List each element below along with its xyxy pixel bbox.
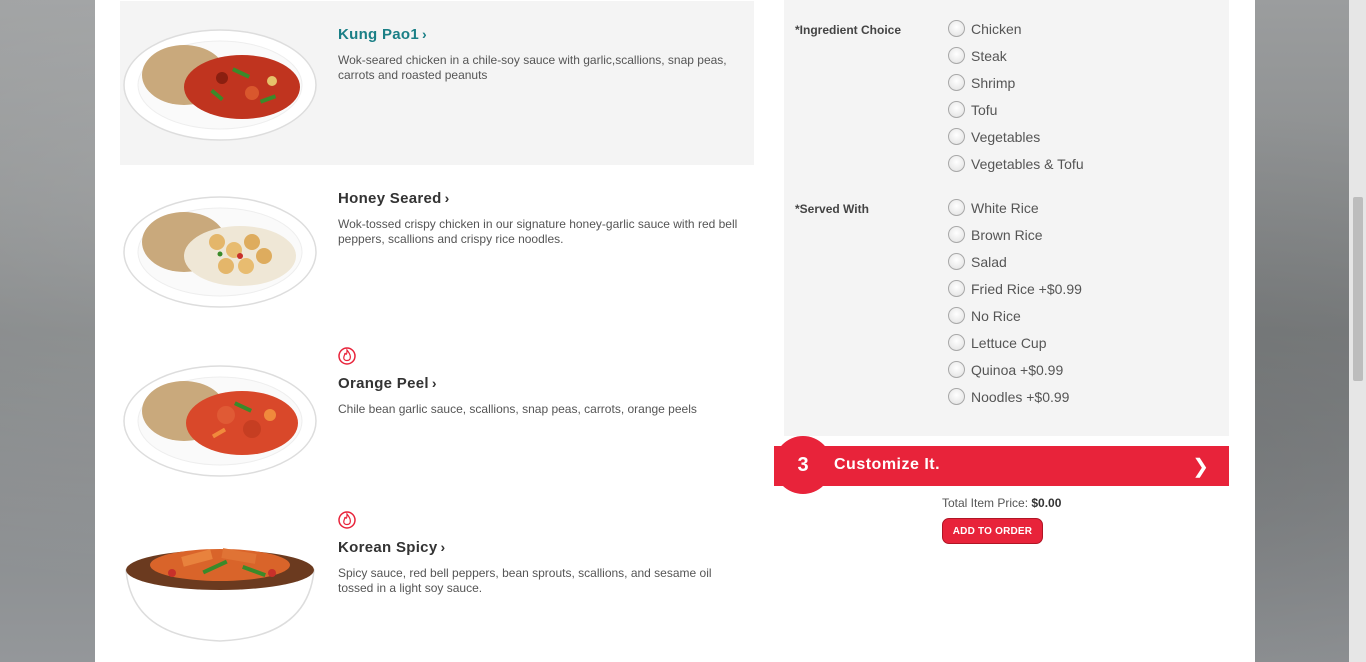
served-with-group: White Rice Brown Rice Salad Fried Rice +…: [948, 194, 1082, 410]
total-price-label: Total Item Price:: [942, 496, 1029, 510]
spicy-icon: [338, 511, 356, 529]
radio-button[interactable]: [948, 388, 965, 405]
menu-item-name[interactable]: Korean Spicy ›: [338, 539, 445, 556]
radio-button[interactable]: [948, 155, 965, 172]
korean-spicy-image: [125, 548, 315, 642]
menu-item-orange-peel[interactable]: Orange Peel › Chile bean garlic sauce, sc…: [120, 329, 754, 493]
radio-button[interactable]: [948, 253, 965, 270]
radio-button[interactable]: [948, 74, 965, 91]
customize-it-bar[interactable]: 3 Customize It. ❯: [774, 436, 1229, 494]
ingredient-option-vegetables-tofu[interactable]: Vegetables & Tofu: [948, 150, 1084, 177]
customize-it-label: Customize It.: [834, 456, 941, 473]
served-option-quinoa[interactable]: Quinoa +$0.99: [948, 356, 1082, 383]
ingredient-option-vegetables[interactable]: Vegetables: [948, 123, 1084, 150]
menu-item-korean-spicy[interactable]: Korean Spicy › Spicy sauce, red bell pepp…: [120, 493, 754, 657]
ingredient-option-steak[interactable]: Steak: [948, 42, 1084, 69]
ingredient-choice-group: Chicken Steak Shrimp Tofu Vegetables Veg…: [948, 15, 1084, 177]
radio-button[interactable]: [948, 199, 965, 216]
menu-item-description: Chile bean garlic sauce, scallions, snap…: [338, 402, 697, 416]
menu-item-name[interactable]: Kung Pao1 ›: [338, 26, 427, 43]
served-with-label: *Served With: [795, 202, 869, 216]
total-item-price: Total Item Price: $0.00: [942, 496, 1061, 510]
total-price-value: $0.00: [1031, 496, 1062, 510]
spicy-icon: [338, 347, 356, 365]
served-option-fried-rice[interactable]: Fried Rice +$0.99: [948, 275, 1082, 302]
radio-button[interactable]: [948, 20, 965, 37]
ingredient-option-tofu[interactable]: Tofu: [948, 96, 1084, 123]
ingredient-option-chicken[interactable]: Chicken: [948, 15, 1084, 42]
menu-item-honey-seared[interactable]: Honey Seared › Wok-tossed crispy chicken …: [120, 165, 754, 329]
page-container: Kung Pao1 › Wok-seared chicken in a chile…: [95, 0, 1255, 662]
scrollbar[interactable]: [1349, 0, 1366, 662]
radio-button[interactable]: [948, 307, 965, 324]
ingredient-choice-label: *Ingredient Choice: [795, 23, 902, 37]
menu-list: Kung Pao1 › Wok-seared chicken in a chile…: [120, 1, 754, 657]
menu-item-description: Wok-seared chicken in a chile-soy sauce …: [338, 53, 727, 82]
chevron-right-icon: ›: [444, 190, 450, 206]
menu-item-name[interactable]: Orange Peel ›: [338, 375, 437, 392]
options-panel: *Ingredient Choice Chicken Steak Shrimp …: [784, 0, 1229, 436]
radio-button[interactable]: [948, 334, 965, 351]
radio-button[interactable]: [948, 128, 965, 145]
ingredient-option-shrimp[interactable]: Shrimp: [948, 69, 1084, 96]
radio-button[interactable]: [948, 361, 965, 378]
radio-button[interactable]: [948, 280, 965, 297]
served-option-noodles[interactable]: Noodles +$0.99: [948, 383, 1082, 410]
orange-peel-image: [123, 365, 317, 477]
kung-pao-image: [123, 29, 317, 141]
chevron-right-icon: ›: [422, 26, 428, 42]
chevron-right-icon: ›: [431, 375, 437, 391]
radio-button[interactable]: [948, 226, 965, 243]
menu-item-description: Wok-tossed crispy chicken in our signatu…: [338, 217, 738, 246]
radio-button[interactable]: [948, 47, 965, 64]
menu-item-description: Spicy sauce, red bell peppers, bean spro…: [338, 566, 712, 595]
add-to-order-button[interactable]: ADD TO ORDER: [942, 518, 1043, 544]
scrollbar-thumb[interactable]: [1353, 197, 1363, 381]
chevron-right-icon: ›: [440, 539, 446, 555]
served-option-white-rice[interactable]: White Rice: [948, 194, 1082, 221]
served-option-lettuce-cup[interactable]: Lettuce Cup: [948, 329, 1082, 356]
served-option-no-rice[interactable]: No Rice: [948, 302, 1082, 329]
radio-button[interactable]: [948, 101, 965, 118]
served-option-salad[interactable]: Salad: [948, 248, 1082, 275]
menu-item-kung-pao[interactable]: Kung Pao1 › Wok-seared chicken in a chile…: [120, 1, 754, 165]
menu-item-name[interactable]: Honey Seared ›: [338, 190, 450, 207]
step-number-badge: 3: [774, 436, 832, 494]
served-option-brown-rice[interactable]: Brown Rice: [948, 221, 1082, 248]
chevron-right-icon: ❯: [1192, 456, 1209, 478]
honey-seared-image: [123, 196, 317, 308]
